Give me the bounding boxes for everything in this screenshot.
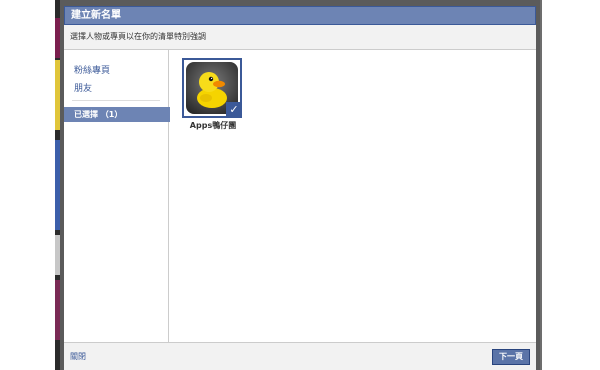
page-thumbnail[interactable]: ✓ [182, 58, 242, 118]
dialog-title: 建立新名單 [64, 6, 536, 25]
selection-area: ✓ Apps鴨仔團 [170, 50, 536, 342]
sidebar-item-selected[interactable]: 已選擇 （1） [64, 107, 180, 122]
sidebar-item-friends[interactable]: 朋友 [74, 81, 92, 94]
page-card[interactable]: ✓ Apps鴨仔團 [182, 58, 246, 131]
next-button[interactable]: 下一頁 [492, 349, 530, 365]
dialog-body: 建立新名單 選擇人物或專頁以在你的清單特別強調 粉絲專頁 朋友 已選擇 （1） [64, 6, 536, 370]
dialog-footer: 關閉 下一頁 [64, 342, 536, 370]
dialog-subtitle: 選擇人物或專頁以在你的清單特別強調 [64, 25, 536, 50]
close-link[interactable]: 關閉 [70, 351, 86, 362]
page-card-label: Apps鴨仔團 [189, 121, 237, 130]
sidebar-divider [72, 100, 160, 101]
sidebar: 粉絲專頁 朋友 已選擇 （1） [64, 50, 180, 342]
create-list-dialog: 建立新名單 選擇人物或專頁以在你的清單特別強調 粉絲專頁 朋友 已選擇 （1） [60, 0, 540, 370]
checkmark-icon: ✓ [226, 102, 242, 118]
sidebar-item-fan-pages[interactable]: 粉絲專頁 [74, 63, 110, 76]
